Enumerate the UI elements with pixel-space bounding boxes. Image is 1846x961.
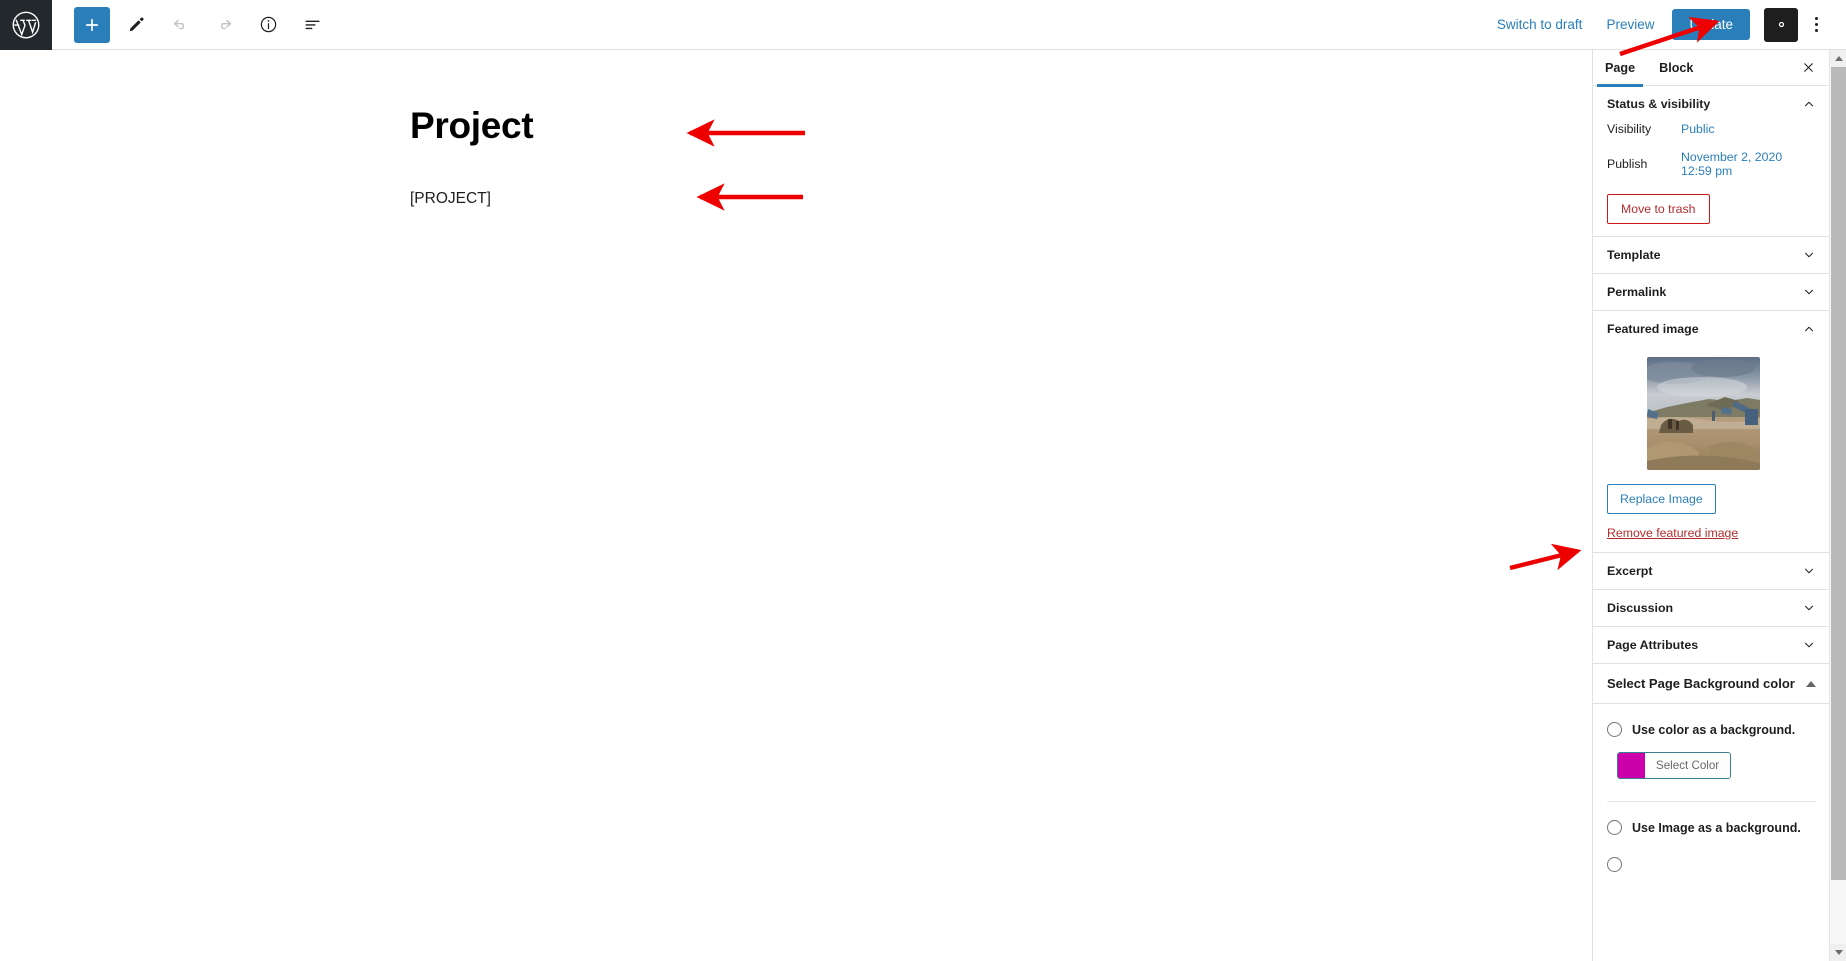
close-icon[interactable] — [1796, 56, 1820, 80]
top-bar-actions: Switch to draft Preview Update — [1485, 7, 1846, 42]
chevron-down-icon — [1802, 638, 1816, 652]
move-to-trash-button[interactable]: Move to trash — [1607, 194, 1710, 224]
paragraph-block[interactable]: [PROJECT] — [410, 190, 491, 208]
add-block-button[interactable] — [74, 6, 110, 43]
radio-use-color[interactable] — [1607, 722, 1622, 737]
panel-status-visibility: Status & visibility Visibility Public Pu… — [1593, 86, 1830, 237]
chevron-down-icon — [1802, 248, 1816, 262]
panel-permalink: Permalink — [1593, 274, 1830, 311]
gear-icon[interactable] — [1764, 7, 1798, 42]
wordpress-logo-icon[interactable] — [0, 0, 52, 50]
details-info-button[interactable] — [250, 7, 286, 43]
triangle-up-icon — [1806, 680, 1816, 687]
radio-third-option[interactable] — [1607, 857, 1622, 872]
chevron-up-icon — [1802, 97, 1816, 111]
panel-discussion: Discussion — [1593, 590, 1830, 627]
publish-label: Publish — [1607, 157, 1648, 171]
chevron-up-icon — [1802, 322, 1816, 336]
update-button[interactable]: Update — [1672, 9, 1750, 40]
sidebar-scrollbar[interactable] — [1829, 50, 1846, 961]
panel-page-attributes: Page Attributes — [1593, 627, 1830, 664]
tab-block[interactable]: Block — [1647, 50, 1705, 86]
select-color-label: Select Color — [1645, 753, 1731, 778]
visibility-row: Visibility Public — [1607, 122, 1816, 136]
settings-sidebar: Page Block Status & visibility Visibilit… — [1592, 50, 1846, 961]
panel-title: Featured image — [1607, 322, 1699, 336]
switch-to-draft-button[interactable]: Switch to draft — [1485, 10, 1595, 39]
edit-tools-button[interactable] — [118, 7, 154, 43]
panel-title: Excerpt — [1607, 564, 1653, 578]
panel-status-visibility-header[interactable]: Status & visibility — [1607, 86, 1816, 122]
ellipsis-dots — [1814, 17, 1818, 32]
panel-title: Discussion — [1607, 601, 1674, 615]
publish-date-button[interactable]: November 2, 2020 12:59 pm — [1681, 150, 1816, 178]
scroll-down-arrow-icon[interactable] — [1830, 944, 1846, 961]
page-title[interactable]: Project — [410, 105, 534, 147]
panel-title: Status & visibility — [1607, 97, 1711, 111]
preview-button[interactable]: Preview — [1594, 10, 1666, 39]
select-color-control[interactable]: Select Color — [1617, 752, 1732, 779]
panel-featured-image-header[interactable]: Featured image — [1607, 311, 1816, 347]
color-swatch[interactable] — [1618, 753, 1645, 778]
editor-tools-group — [74, 6, 330, 43]
sidebar-tabs: Page Block — [1593, 50, 1830, 87]
editor-top-bar: Switch to draft Preview Update — [0, 0, 1846, 50]
panel-title: Page Attributes — [1607, 638, 1699, 652]
chevron-down-icon — [1802, 601, 1816, 615]
chevron-down-icon — [1802, 285, 1816, 299]
redo-button[interactable] — [206, 7, 242, 43]
scroll-up-arrow-icon[interactable] — [1830, 50, 1846, 67]
featured-image-thumbnail[interactable] — [1647, 357, 1760, 470]
panel-featured-image-body: Replace Image Remove featured image — [1607, 357, 1816, 552]
panel-template: Template — [1593, 237, 1830, 274]
panel-template-header[interactable]: Template — [1607, 237, 1816, 273]
chevron-down-icon — [1802, 564, 1816, 578]
third-background-option-row[interactable] — [1593, 857, 1830, 872]
panel-title: Template — [1607, 248, 1661, 262]
use-color-as-background-row[interactable]: Use color as a background. — [1593, 722, 1830, 737]
visibility-label: Visibility — [1607, 122, 1652, 136]
panel-title: Permalink — [1607, 285, 1667, 299]
panel-title: Select Page Background color — [1607, 676, 1795, 691]
panel-featured-image: Featured image Replace Image Remove feat… — [1593, 311, 1830, 553]
tab-page[interactable]: Page — [1593, 50, 1647, 87]
visibility-value-button[interactable]: Public — [1681, 122, 1715, 136]
use-image-as-background-row[interactable]: Use Image as a background. — [1593, 820, 1830, 835]
panel-page-attributes-header[interactable]: Page Attributes — [1607, 627, 1816, 663]
panel-discussion-header[interactable]: Discussion — [1607, 590, 1816, 626]
panel-page-background-color-header[interactable]: Select Page Background color — [1593, 664, 1830, 704]
publish-row: Publish November 2, 2020 12:59 pm — [1607, 150, 1816, 178]
panel-status-visibility-body: Visibility Public Publish November 2, 20… — [1607, 122, 1816, 236]
replace-image-button[interactable]: Replace Image — [1607, 484, 1716, 514]
ellipsis-vertical-icon[interactable] — [1800, 8, 1832, 42]
panel-page-background-color: Select Page Background color Use color a… — [1593, 664, 1830, 872]
panel-excerpt-header[interactable]: Excerpt — [1607, 553, 1816, 589]
scrollbar-thumb[interactable] — [1831, 67, 1846, 880]
divider — [1607, 801, 1816, 802]
panel-excerpt: Excerpt — [1593, 553, 1830, 590]
list-view-button[interactable] — [294, 7, 330, 43]
undo-button[interactable] — [162, 7, 198, 43]
panel-permalink-header[interactable]: Permalink — [1607, 274, 1816, 310]
remove-featured-image-link[interactable]: Remove featured image — [1607, 526, 1738, 540]
use-color-label: Use color as a background. — [1632, 722, 1796, 737]
radio-use-image[interactable] — [1607, 820, 1622, 835]
editor-canvas[interactable]: Project [PROJECT] — [0, 50, 1592, 961]
use-image-label: Use Image as a background. — [1632, 820, 1801, 835]
